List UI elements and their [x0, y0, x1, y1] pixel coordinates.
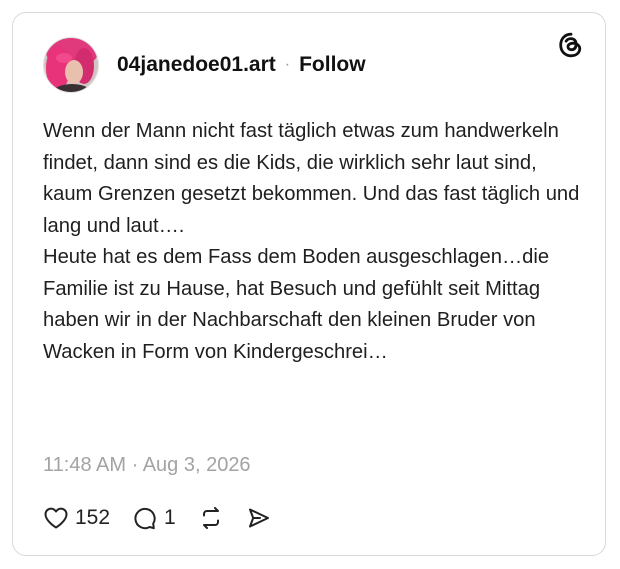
- like-button[interactable]: 152: [43, 506, 110, 530]
- post-paragraph: Wenn der Mann nicht fast täglich etwas z…: [43, 120, 580, 237]
- post-timestamp[interactable]: 11:48 AM · Aug 3, 2026: [43, 454, 251, 477]
- post-actions: 152 1: [43, 503, 272, 533]
- avatar-image: [44, 38, 98, 92]
- repost-icon: [198, 505, 224, 531]
- repost-button[interactable]: [198, 505, 224, 531]
- like-count: 152: [75, 506, 111, 529]
- post-header: 04janedoe01.art · Follow: [43, 37, 366, 93]
- post-body: Wenn der Mann nicht fast täglich etwas z…: [43, 116, 588, 368]
- follow-button[interactable]: Follow: [299, 53, 366, 77]
- username[interactable]: 04janedoe01.art: [117, 53, 276, 77]
- threads-logo-icon[interactable]: [557, 31, 585, 59]
- share-button[interactable]: [246, 505, 272, 531]
- comment-icon: [132, 505, 158, 531]
- send-icon: [246, 505, 272, 531]
- separator-dot: ·: [284, 56, 291, 73]
- post-card: 04janedoe01.art · Follow Wenn der Mann n…: [12, 12, 606, 556]
- post-paragraph: Heute hat es dem Fass dem Boden ausgesch…: [43, 246, 550, 363]
- reply-count: 1: [164, 506, 176, 529]
- reply-button[interactable]: 1: [132, 505, 176, 531]
- avatar[interactable]: [43, 37, 99, 93]
- heart-icon: [43, 506, 69, 530]
